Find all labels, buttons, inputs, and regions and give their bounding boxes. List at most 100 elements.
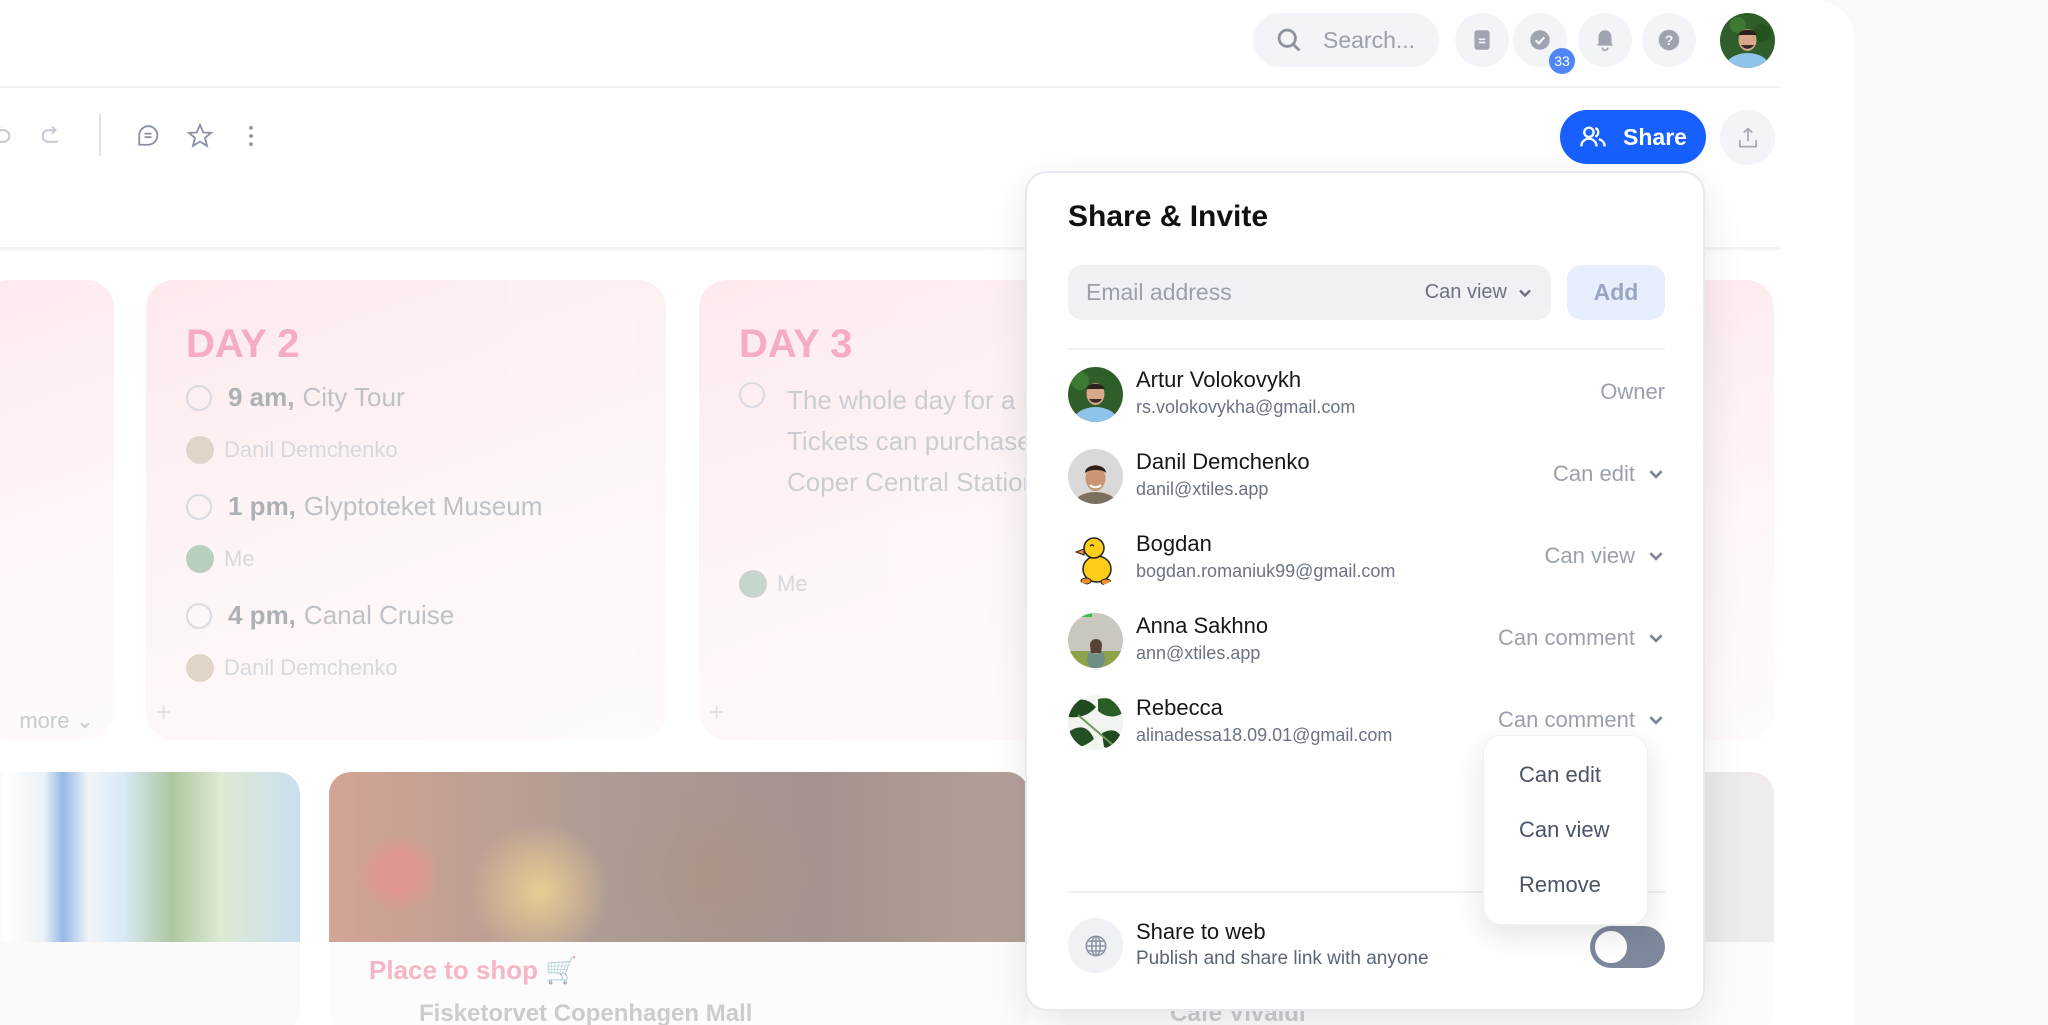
more-vertical-icon (249, 125, 253, 147)
day-card-2: DAY 2 9 am, City Tour Danil Demchenko 1 p… (146, 280, 666, 740)
member-name: Anna Sakhno (1136, 613, 1269, 638)
divider (1068, 348, 1665, 350)
member-role-select[interactable]: Can comment (1498, 625, 1665, 651)
help-icon: ? (1658, 29, 1680, 51)
chevron-down-icon (1649, 552, 1663, 561)
role-dropdown-menu: Can edit Can view Remove (1483, 735, 1648, 925)
tasks-check-icon (1530, 30, 1550, 50)
member-name: Bogdan (1136, 531, 1212, 556)
show-more-link[interactable]: more ⌄ (19, 708, 94, 734)
search-placeholder: Search... (1323, 26, 1416, 53)
menu-item-can-view[interactable]: Can view (1519, 817, 1609, 843)
day-title: DAY 3 (739, 322, 853, 366)
task-item[interactable] (739, 382, 781, 408)
people-icon (1580, 126, 1606, 147)
assignee-avatar (739, 570, 767, 598)
undo-icon (0, 126, 11, 143)
export-icon (1738, 127, 1757, 148)
task-checkbox[interactable] (186, 493, 212, 520)
member-row: Bogdan bogdan.romaniuk99@gmail.com Can v… (1068, 531, 1665, 587)
assignee-chip: Danil Demchenko (186, 436, 398, 464)
task-item[interactable]: 1 pm, Glyptoteket Museum (186, 491, 542, 522)
member-avatar (1068, 613, 1123, 668)
bell-icon (1596, 30, 1614, 52)
share-to-web-row: Share to web Publish and share link with… (1068, 918, 1665, 974)
tasks-count-badge: 33 (1549, 48, 1575, 74)
undo-button[interactable] (0, 118, 18, 154)
comments-button[interactable] (130, 118, 166, 154)
chevron-down-icon (1519, 289, 1531, 297)
redo-button[interactable] (34, 118, 70, 154)
member-role-select[interactable]: Can view (1545, 543, 1665, 569)
share-to-web-toggle[interactable] (1590, 926, 1665, 968)
export-button[interactable] (1720, 110, 1775, 165)
notifications-button[interactable] (1578, 13, 1632, 67)
redo-icon (41, 125, 58, 143)
shop-title: Place to shop 🛒 (369, 955, 578, 985)
task-checkbox[interactable] (186, 384, 212, 411)
notes-icon (1474, 30, 1490, 50)
globe-icon-wrap (1068, 918, 1123, 973)
task-checkbox[interactable] (186, 602, 212, 629)
member-avatar (1068, 449, 1123, 504)
toolbar-divider (99, 114, 101, 156)
comment-icon (138, 125, 159, 146)
member-email: rs.volokovykha@gmail.com (1136, 397, 1356, 417)
user-avatar[interactable] (1720, 13, 1775, 68)
share-to-web-title: Share to web (1136, 919, 1266, 944)
add-button[interactable]: Add (1567, 265, 1665, 320)
add-task-icon[interactable]: + (156, 697, 171, 728)
member-email: danil@xtiles.app (1136, 479, 1269, 499)
task-item[interactable]: 9 am, City Tour (186, 382, 405, 413)
share-button[interactable]: Share (1560, 110, 1706, 164)
search-icon (1277, 28, 1301, 52)
member-role-select[interactable]: Can edit (1553, 461, 1665, 487)
assignee-chip: Me (739, 570, 808, 598)
task-checkbox[interactable] (739, 382, 765, 408)
search-box[interactable]: Search... (1253, 13, 1439, 67)
menu-item-can-edit[interactable]: Can edit (1519, 762, 1601, 788)
top-bar: Search... 33 ? (0, 0, 1780, 88)
assignee-chip: Danil Demchenko (186, 654, 398, 682)
assignee-avatar (186, 654, 214, 682)
email-input[interactable] (1086, 279, 1425, 306)
invite-row: Can view (1068, 265, 1551, 320)
member-role-select[interactable]: Can comment (1498, 707, 1665, 733)
member-row: Anna Sakhno ann@xtiles.app Can comment (1068, 613, 1665, 669)
star-icon (186, 122, 214, 148)
day-card-1: more ⌄ (0, 280, 114, 740)
chevron-down-icon (1649, 470, 1663, 479)
svg-text:?: ? (1665, 32, 1674, 48)
day-title: DAY 2 (186, 322, 300, 366)
menu-item-remove[interactable]: Remove (1519, 872, 1601, 898)
notes-button[interactable] (1455, 13, 1509, 67)
member-name: Artur Volokovykh (1136, 367, 1302, 392)
invite-permission-value: Can view (1424, 281, 1507, 303)
photo-image (0, 772, 300, 942)
member-row: Artur Volokovykh rs.volokovykha@gmail.co… (1068, 367, 1665, 423)
chevron-down-icon (1649, 634, 1663, 643)
globe-icon (1084, 934, 1107, 957)
member-avatar (1068, 531, 1123, 586)
user-avatar-image (1720, 13, 1775, 68)
toggle-knob (1592, 928, 1630, 966)
shop-item: Fisketorvet Copenhagen Mall (419, 1000, 753, 1025)
member-name: Rebecca (1136, 695, 1223, 720)
invite-permission-select[interactable]: Can view (1425, 281, 1533, 304)
task-item[interactable]: 4 pm, Canal Cruise (186, 600, 454, 631)
share-label: Share (1623, 123, 1687, 150)
share-to-web-subtitle: Publish and share link with anyone (1136, 948, 1429, 969)
add-task-icon[interactable]: + (709, 697, 724, 728)
assignee-avatar (186, 545, 214, 573)
help-button[interactable]: ? (1642, 13, 1696, 67)
member-email: alinadessa18.09.01@gmail.com (1136, 725, 1393, 745)
photo-card (0, 772, 300, 1025)
member-role: Owner (1600, 379, 1665, 404)
member-row: Danil Demchenko danil@xtiles.app Can edi… (1068, 449, 1665, 505)
shop-card: Place to shop 🛒 Fisketorvet Copenhagen M… (329, 772, 1029, 1025)
member-email: ann@xtiles.app (1136, 643, 1261, 663)
more-options-button[interactable] (233, 118, 269, 154)
dialog-title: Share & Invite (1068, 200, 1269, 233)
favorite-button[interactable] (182, 118, 218, 154)
assignee-avatar (186, 436, 214, 464)
